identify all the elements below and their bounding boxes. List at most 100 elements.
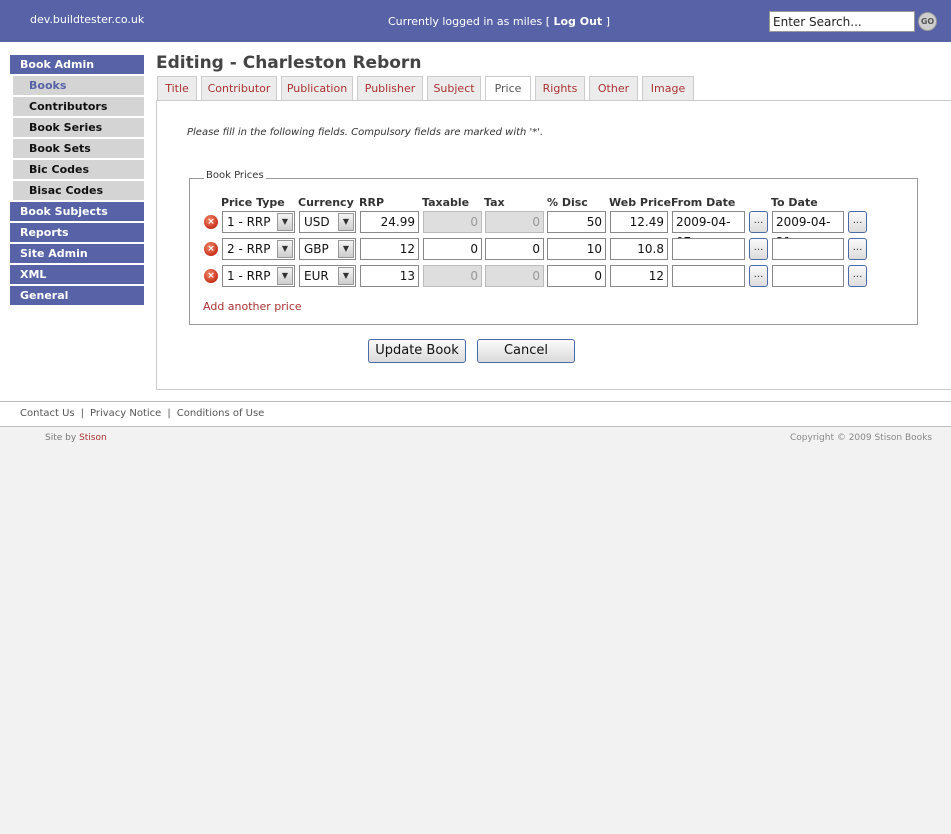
sidebar-item-reports[interactable]: Reports — [10, 223, 144, 242]
currency-select[interactable]: GBP ▼ — [299, 238, 356, 260]
search-go-button[interactable]: GO — [918, 12, 937, 31]
chevron-down-icon: ▼ — [338, 240, 354, 258]
to-date-picker-button[interactable]: ... — [848, 238, 867, 260]
logout-link[interactable]: Log Out — [553, 15, 602, 28]
tab-publisher[interactable]: Publisher — [357, 76, 423, 101]
footer-separator: | — [167, 408, 171, 419]
rrp-input[interactable]: 12 — [360, 238, 419, 260]
credit-prefix: Site by — [45, 433, 77, 443]
footer-link-contact-us[interactable]: Contact Us — [20, 408, 75, 419]
tab-price[interactable]: Price — [485, 76, 531, 102]
to-date-picker-button[interactable]: ... — [848, 265, 867, 287]
column-header-taxable: Taxable — [422, 196, 470, 209]
chevron-down-icon: ▼ — [338, 267, 354, 285]
sidebar-item-book-series[interactable]: Book Series — [10, 118, 144, 137]
sidebar-item-xml[interactable]: XML — [10, 265, 144, 284]
sidebar-item-general[interactable]: General — [10, 286, 144, 305]
tab-rights[interactable]: Rights — [535, 76, 585, 101]
credit-brand-link[interactable]: Stison — [79, 433, 107, 443]
delete-price-icon[interactable]: × — [204, 215, 218, 229]
to-date-input[interactable] — [772, 238, 844, 260]
currency-select[interactable]: USD ▼ — [299, 211, 356, 233]
discount-input[interactable]: 50 — [547, 211, 606, 233]
sidebar-item-bisac-codes[interactable]: Bisac Codes — [10, 181, 144, 200]
currency-value: USD — [304, 215, 330, 229]
tab-image[interactable]: Image — [642, 76, 694, 101]
from-date-picker-button[interactable]: ... — [749, 211, 768, 233]
price-type-value: 1 - RRP — [227, 215, 271, 229]
tab-subject[interactable]: Subject — [427, 76, 481, 101]
update-book-button[interactable]: Update Book — [368, 339, 466, 363]
tab-publication[interactable]: Publication — [281, 76, 353, 101]
column-header-from-date: From Date — [671, 196, 736, 209]
footer-link-privacy-notice[interactable]: Privacy Notice — [90, 408, 161, 419]
delete-price-icon[interactable]: × — [204, 242, 218, 256]
taxable-input: 0 — [423, 265, 482, 287]
sidebar-item-book-sets[interactable]: Book Sets — [10, 139, 144, 158]
web-price-input[interactable]: 10.8 — [610, 238, 668, 260]
from-date-input[interactable] — [672, 238, 745, 260]
chevron-down-icon: ▼ — [277, 213, 293, 231]
cancel-button[interactable]: Cancel — [477, 339, 575, 363]
discount-input[interactable]: 0 — [547, 265, 606, 287]
price-type-select[interactable]: 1 - RRP ▼ — [222, 265, 295, 287]
price-type-value: 1 - RRP — [227, 269, 271, 283]
tax-input: 0 — [485, 265, 544, 287]
column-header-to-date: To Date — [771, 196, 818, 209]
rrp-input[interactable]: 24.99 — [360, 211, 419, 233]
to-date-input[interactable]: 2009-04-21 — [772, 211, 844, 249]
login-status: Currently logged in as miles [ Log Out ] — [388, 15, 610, 28]
price-type-value: 2 - RRP — [227, 242, 271, 256]
column-header--disc: % Disc — [547, 196, 588, 209]
chevron-down-icon: ▼ — [277, 267, 293, 285]
chevron-down-icon: ▼ — [338, 213, 354, 231]
sidebar-item-book-admin[interactable]: Book Admin — [10, 55, 144, 74]
chevron-down-icon: ▼ — [277, 240, 293, 258]
discount-input[interactable]: 10 — [547, 238, 606, 260]
from-date-picker-button[interactable]: ... — [749, 265, 768, 287]
tax-input[interactable]: 0 — [485, 238, 544, 260]
column-header-web-price: Web Price — [609, 196, 672, 209]
sidebar-item-book-subjects[interactable]: Book Subjects — [10, 202, 144, 221]
admin-sidebar: Book Admin Books Contributors Book Series Bo… — [10, 55, 144, 307]
column-header-rrp: RRP — [359, 196, 385, 209]
site-name: dev.buildtester.co.uk — [30, 13, 145, 26]
sidebar-item-contributors[interactable]: Contributors — [10, 97, 144, 116]
column-header-currency: Currency — [298, 196, 354, 209]
footer-divider-bottom — [0, 426, 951, 427]
rrp-input[interactable]: 13 — [360, 265, 419, 287]
tab-other[interactable]: Other — [589, 76, 638, 101]
footer-link-conditions-of-use[interactable]: Conditions of Use — [177, 408, 265, 419]
sidebar-item-books[interactable]: Books — [10, 76, 144, 95]
top-header-bar: dev.buildtester.co.uk Currently logged i… — [0, 0, 951, 42]
currency-value: GBP — [304, 242, 329, 256]
price-type-select[interactable]: 1 - RRP ▼ — [222, 211, 295, 233]
login-status-close: ] — [605, 15, 610, 28]
taxable-input[interactable]: 0 — [423, 238, 482, 260]
add-price-link[interactable]: Add another price — [203, 300, 302, 313]
search-input[interactable] — [769, 11, 915, 32]
footer-separator: | — [80, 408, 84, 419]
from-date-input[interactable] — [672, 265, 745, 287]
to-date-picker-button[interactable]: ... — [848, 211, 867, 233]
form-instructions: Please fill in the following fields. Com… — [187, 127, 544, 138]
from-date-picker-button[interactable]: ... — [749, 238, 768, 260]
fieldset-legend: Book Prices — [204, 170, 266, 181]
from-date-input[interactable]: 2009-04-07 — [672, 211, 745, 249]
tab-title[interactable]: Title — [157, 76, 197, 101]
to-date-input[interactable] — [772, 265, 844, 287]
tab-contributor[interactable]: Contributor — [201, 76, 277, 101]
footer-divider-top — [0, 401, 951, 402]
currency-select[interactable]: EUR ▼ — [299, 265, 356, 287]
site-credit: Site by Stison — [45, 433, 107, 443]
price-type-select[interactable]: 2 - RRP ▼ — [222, 238, 295, 260]
page-title: Editing - Charleston Reborn — [156, 53, 422, 73]
delete-price-icon[interactable]: × — [204, 269, 218, 283]
login-status-text: Currently logged in as miles [ — [388, 15, 550, 28]
web-price-input[interactable]: 12.49 — [610, 211, 668, 233]
sidebar-item-site-admin[interactable]: Site Admin — [10, 244, 144, 263]
column-header-price-type: Price Type — [221, 196, 285, 209]
web-price-input[interactable]: 12 — [610, 265, 668, 287]
sidebar-item-bic-codes[interactable]: Bic Codes — [10, 160, 144, 179]
taxable-input: 0 — [423, 211, 482, 233]
